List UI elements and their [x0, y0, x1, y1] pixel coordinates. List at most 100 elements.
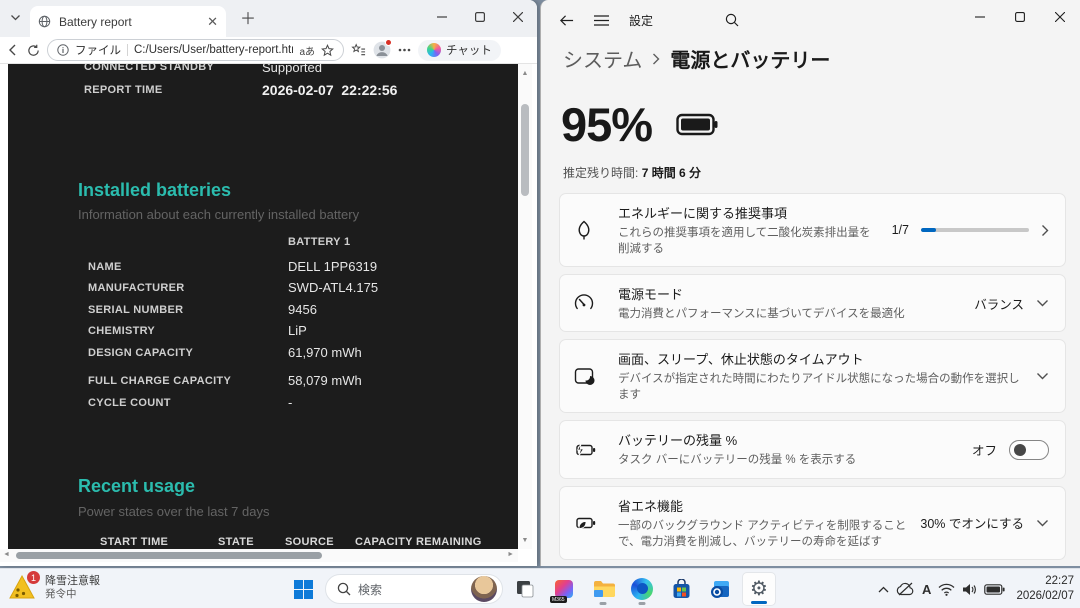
table-column-header: STATE	[218, 536, 254, 548]
search-companion-avatar[interactable]	[471, 576, 497, 602]
taskbar-search-box[interactable]: 検索	[325, 574, 503, 604]
table-column-header: CAPACITY REMAINING	[355, 536, 482, 548]
tray-chevron-icon[interactable]	[878, 586, 889, 593]
toggle-knob	[1014, 444, 1026, 456]
card-subtitle: これらの推奨事項を適用して二酸化炭素排出量を削減する	[618, 225, 880, 257]
copilot-chat-button[interactable]: チャット	[418, 40, 501, 61]
energy-saver-value: 30% でオンにする	[920, 513, 1024, 532]
edge-browser-window: Battery report ✕ ＋ ファイル C:/Users/User/ba…	[0, 0, 537, 566]
weather-title: 降雪注意報	[45, 574, 100, 588]
vertical-scroll-thumb[interactable]	[521, 104, 529, 196]
battery-row-label: SERIAL NUMBER	[88, 304, 183, 316]
browser-toolbar: ファイル C:/Users/User/battery-report.html a…	[0, 37, 537, 64]
settings-search-icon[interactable]	[725, 13, 739, 27]
profile-avatar[interactable]	[373, 41, 391, 59]
card-energy-saver[interactable]: 省エネ機能 一部のバックグラウンド アクティビティを制限することで、電力消費を削…	[559, 486, 1066, 560]
installed-batteries-heading: Installed batteries	[78, 180, 231, 201]
card-battery-percentage[interactable]: バッテリーの残量 % タスク バーにバッテリーの残量 % を表示する オフ	[559, 420, 1066, 478]
breadcrumb-chevron-icon	[652, 53, 660, 65]
battery-row-label: CHEMISTRY	[88, 325, 155, 337]
cloud-off-icon[interactable]	[896, 582, 915, 596]
card-subtitle: デバイスが指定された時間にわたりアイドル状態になった場合の動作を選択します	[618, 371, 1024, 403]
settings-titlebar: 設定	[541, 0, 1080, 40]
close-button[interactable]	[1040, 0, 1080, 34]
battery-row-value: 58,079 mWh	[288, 373, 362, 388]
chevron-right-icon[interactable]	[1041, 224, 1049, 237]
battery-row-label: CYCLE COUNT	[88, 397, 171, 409]
progress-bar	[921, 228, 1029, 232]
settings-taskbar-button[interactable]: ⚙	[742, 572, 776, 606]
scroll-down-icon[interactable]: ▼	[518, 533, 532, 547]
battery-percent-toggle[interactable]	[1009, 440, 1049, 460]
horizontal-scroll-thumb[interactable]	[16, 552, 322, 559]
more-menu-icon[interactable]	[398, 48, 411, 52]
battery-row-label: FULL CHARGE CAPACITY	[88, 375, 231, 387]
address-bar[interactable]: ファイル C:/Users/User/battery-report.html a…	[47, 39, 344, 61]
report-row-value: 2026-02-07 22:22:56	[262, 82, 397, 98]
favorite-star-icon[interactable]	[321, 44, 334, 57]
outlook-button[interactable]	[703, 572, 737, 606]
scroll-left-icon[interactable]: ◄	[3, 551, 10, 558]
collections-icon[interactable]	[351, 43, 366, 57]
weather-subtitle: 発令中	[45, 588, 100, 602]
back-icon[interactable]	[6, 43, 20, 57]
minimize-button[interactable]	[423, 0, 461, 34]
installed-batteries-subtitle: Information about each currently install…	[78, 207, 359, 222]
start-button[interactable]	[286, 572, 320, 606]
system-tray: A 22:27 2026/02/07	[878, 569, 1074, 608]
report-row-value: Supported	[262, 64, 322, 75]
scroll-right-icon[interactable]: ►	[507, 551, 514, 558]
battery-row-value: 9456	[288, 302, 317, 317]
browser-tab[interactable]: Battery report ✕	[30, 6, 226, 37]
store-button[interactable]	[664, 572, 698, 606]
address-url[interactable]: C:/Users/User/battery-report.html	[134, 44, 293, 56]
new-tab-button[interactable]: ＋	[240, 5, 256, 29]
battery-hero: 95%	[541, 97, 1080, 152]
scroll-up-icon[interactable]: ▲	[518, 66, 532, 80]
tab-title: Battery report	[59, 15, 199, 29]
tab-strip: Battery report ✕ ＋	[0, 0, 537, 37]
taskbar-clock[interactable]: 22:27 2026/02/07	[1016, 574, 1074, 604]
active-indicator	[751, 601, 767, 604]
m365-copilot-button[interactable]: M365	[547, 572, 581, 606]
edge-button[interactable]	[625, 572, 659, 606]
close-button[interactable]	[499, 0, 537, 34]
info-icon[interactable]	[57, 44, 69, 56]
remaining-time: 推定残り時間: 7 時間 6 分	[541, 164, 1080, 181]
card-screen-sleep-timeout[interactable]: 画面、スリープ、休止状態のタイムアウト デバイスが指定された時間にわたりアイドル…	[559, 339, 1066, 413]
translate-icon[interactable]: aあ	[299, 43, 315, 58]
tab-close-icon[interactable]: ✕	[207, 14, 218, 30]
file-explorer-button[interactable]	[586, 572, 620, 606]
maximize-button[interactable]	[461, 0, 499, 34]
maximize-button[interactable]	[1000, 0, 1040, 34]
task-view-button[interactable]	[508, 572, 542, 606]
chevron-down-icon[interactable]	[1036, 372, 1049, 380]
search-icon	[337, 582, 351, 596]
weather-widget[interactable]: 1 降雪注意報 発令中	[8, 574, 100, 602]
chevron-down-icon[interactable]	[1036, 519, 1049, 527]
chevron-down-icon[interactable]	[1036, 299, 1049, 307]
energy-saver-icon	[573, 512, 618, 534]
ime-indicator[interactable]: A	[922, 582, 931, 597]
volume-icon[interactable]	[962, 583, 977, 596]
breadcrumb-system-link[interactable]: システム	[563, 44, 642, 73]
progress-fill	[921, 228, 936, 232]
vertical-scrollbar[interactable]: ▲ ▼	[518, 64, 532, 549]
card-energy-recommendations[interactable]: エネルギーに関する推奨事項 これらの推奨事項を適用して二酸化炭素排出量を削減する…	[559, 193, 1066, 267]
minimize-button[interactable]	[960, 0, 1000, 34]
card-power-mode[interactable]: 電源モード 電力消費とパフォーマンスに基づいてデバイスを最適化 バランス	[559, 274, 1066, 332]
battery-tray-icon[interactable]	[984, 584, 1005, 595]
leaf-icon	[573, 219, 618, 241]
tab-search-chevron-icon[interactable]	[10, 12, 21, 23]
card-title: バッテリーの残量 %	[618, 430, 960, 449]
wifi-icon[interactable]	[938, 583, 955, 596]
horizontal-scrollbar[interactable]: ◄ ►	[0, 549, 518, 562]
refresh-icon[interactable]	[27, 44, 40, 57]
settings-back-icon[interactable]	[559, 14, 574, 27]
notification-dot	[385, 39, 392, 46]
table-column-header: SOURCE	[285, 536, 334, 548]
hamburger-menu-icon[interactable]	[594, 15, 609, 26]
card-title: 省エネ機能	[618, 496, 908, 515]
address-file-label: ファイル	[75, 42, 121, 58]
settings-app-title: 設定	[629, 12, 653, 29]
